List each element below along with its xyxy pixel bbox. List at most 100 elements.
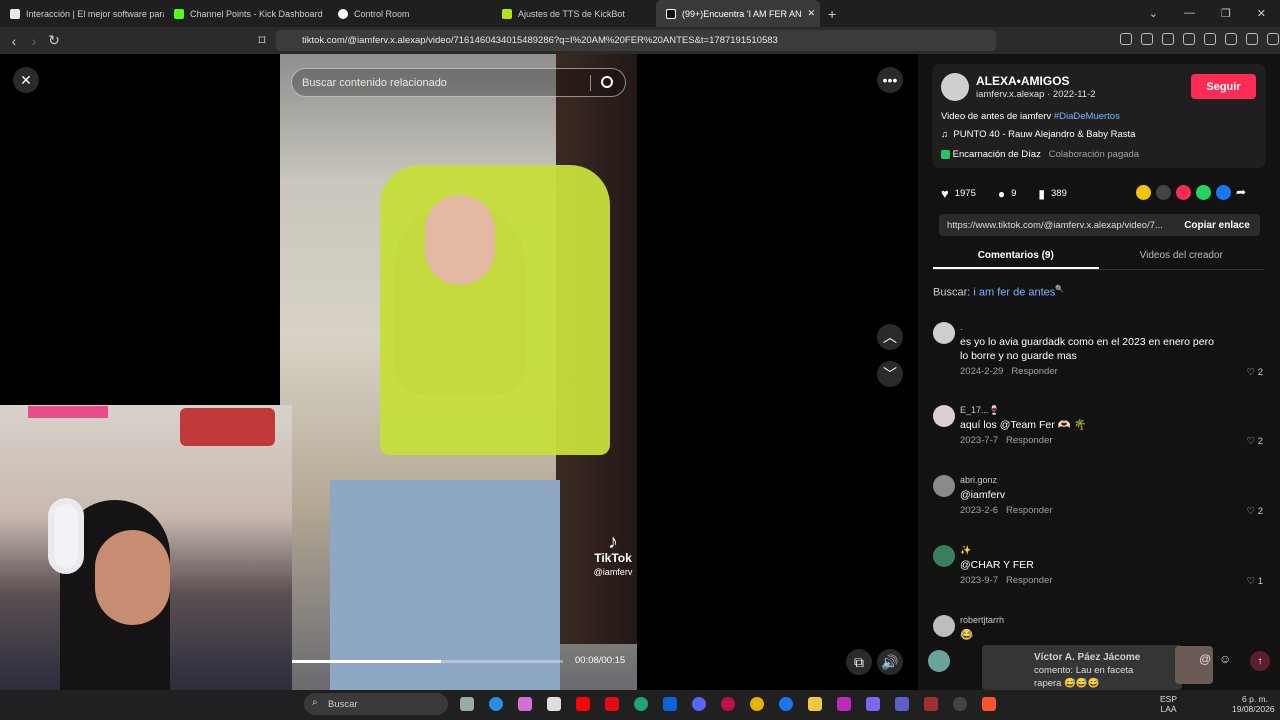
forward-icon[interactable]: › [24,33,44,49]
tab-interaccion[interactable]: Interacción | El mejor software para j [0,0,164,27]
store-icon[interactable] [547,697,561,711]
bookmark-save-icon[interactable]: ▮ [1038,187,1045,201]
restore-icon[interactable]: ❐ [1221,7,1231,20]
chrome-icon[interactable] [750,697,764,711]
keyboard-language[interactable]: ESP LAA [1160,694,1177,714]
tab-comments[interactable]: Comentarios (9) [933,244,1099,269]
paint-icon[interactable] [866,697,880,711]
video-person-shirt [380,165,610,455]
reply-button[interactable]: Responder [1006,435,1052,446]
comment-likes[interactable]: ♡ 2 [1247,436,1263,447]
facebook-icon[interactable] [1216,185,1231,200]
tab-control-room[interactable]: Control Room [328,0,492,27]
clock[interactable]: 6 p. m. 19/08/2026 [1232,694,1275,714]
search-icon: ⌕ [312,697,318,708]
comment-username[interactable]: . [960,322,963,332]
follow-button[interactable]: Seguir [1191,74,1256,99]
reply-button[interactable]: Responder [1006,505,1052,516]
repost-icon[interactable] [1136,185,1151,200]
next-video-button[interactable]: ﹀ [877,361,903,387]
hashtag-link[interactable]: #DiaDeMuertos [1054,111,1120,122]
volume-button[interactable]: 🔊 [877,649,903,675]
comment-likes[interactable]: ♡ 2 [1247,506,1263,517]
comment-avatar[interactable] [933,322,955,344]
comment-text[interactable]: @iamferv [960,488,1216,502]
comment-likes[interactable]: ♡ 2 [1247,367,1263,378]
new-tab-button[interactable]: + [820,6,844,22]
comment-username[interactable]: ✨ [960,545,971,556]
discord-icon[interactable] [692,697,706,711]
share-arrow-icon[interactable]: ➦ [1236,185,1246,200]
comment-avatar[interactable] [933,475,955,497]
music-row[interactable]: ♫ PUNTO 40 - Rauw Alejandro & Baby Rasta [941,129,1135,140]
teams-icon[interactable] [895,697,909,711]
author-name[interactable]: ALEXA•AMIGOS [976,74,1070,88]
edge-icon[interactable] [489,697,503,711]
comment-username[interactable]: E_17...🍷 [960,405,1000,416]
search-icon[interactable] [601,76,613,88]
wallet-icon[interactable] [1204,33,1216,45]
app-icon[interactable] [837,697,851,711]
url-field[interactable]: tiktok.com/@iamferv.x.alexap/video/71614… [276,30,996,51]
author-avatar[interactable] [941,73,969,101]
extension-icon[interactable] [1120,33,1132,45]
reply-button[interactable]: Responder [1006,575,1052,586]
close-window-icon[interactable]: ✕ [1257,7,1266,20]
copilot-icon[interactable] [518,697,532,711]
back-icon[interactable]: ‹ [4,33,24,49]
share-link-field[interactable]: https://www.tiktok.com/@iamferv.x.alexap… [939,214,1260,236]
related-search-input[interactable]: Buscar contenido relacionado [291,68,626,97]
reply-button[interactable]: Responder [1011,366,1057,377]
chrome-alt-icon[interactable] [634,697,648,711]
comment-avatar[interactable] [933,615,955,637]
facebook-app-icon[interactable] [779,697,793,711]
brave-icon[interactable] [982,697,996,711]
close-tab-icon[interactable]: ✕ [808,8,816,19]
embed-icon[interactable] [1156,185,1171,200]
heart-icon[interactable]: ♥ [941,186,949,201]
tab-kickbot-tts[interactable]: Ajustes de TTS de KickBot [492,0,656,27]
outlook-icon[interactable] [663,697,677,711]
emoji-icon[interactable]: ☺ [1219,652,1231,666]
sidebar-icon[interactable] [1183,33,1195,45]
comment-username[interactable]: abri.gonz [960,475,997,485]
previous-video-button[interactable]: ︿ [877,324,903,350]
post-comment-icon[interactable]: ↑ [1250,651,1270,671]
opera-icon[interactable] [721,697,735,711]
comment-username[interactable]: robertjtarrh [960,615,1004,625]
task-view-icon[interactable] [460,697,474,711]
mention-icon[interactable]: @ [1199,652,1211,666]
bookmark-icon[interactable]: ⌑ [252,32,272,49]
video-progress-bar[interactable] [291,660,563,663]
whatsapp-icon[interactable] [1196,185,1211,200]
close-video-button[interactable]: ✕ [13,67,39,93]
sparkle-icon[interactable] [1225,33,1237,45]
netflix-icon[interactable] [605,697,619,711]
send-icon[interactable] [1176,185,1191,200]
chevron-down-icon[interactable]: ⌄ [1149,7,1158,20]
obs-icon[interactable] [953,697,967,711]
tab-creator-videos[interactable]: Videos del creador [1099,244,1265,269]
comment-text[interactable]: @CHAR Y FER [960,558,1216,572]
reload-icon[interactable]: ↻ [44,32,64,49]
puzzle-icon[interactable] [1141,33,1153,45]
copy-link-button[interactable]: Copiar enlace [1174,214,1260,236]
taskbar-search[interactable]: ⌕ Buscar [304,693,448,715]
minimize-icon[interactable]: — [1184,7,1195,20]
comment-icon[interactable]: ● [998,187,1005,201]
more-options-button[interactable]: ••• [877,67,903,93]
comment-avatar[interactable] [933,405,955,427]
tab-tiktok[interactable]: (99+)Encuentra 'I AM FER AN ✕ [656,0,820,27]
youtube-icon[interactable] [576,697,590,711]
tab-kick-dashboard[interactable]: Channel Points - Kick Dashboard [164,0,328,27]
folder-icon[interactable] [808,697,822,711]
window-controls: ⌄ — ❐ ✕ [1149,7,1280,20]
music-icon[interactable] [1162,33,1174,45]
app2-icon[interactable] [924,697,938,711]
comment-likes[interactable]: ♡ 1 [1247,576,1263,587]
comment-avatar[interactable] [933,545,955,567]
menu-icon[interactable] [1267,33,1279,45]
pip-button[interactable]: ⧉ [846,649,872,675]
webcam-shelf-toys [180,408,275,446]
shield-icon[interactable] [1246,33,1258,45]
